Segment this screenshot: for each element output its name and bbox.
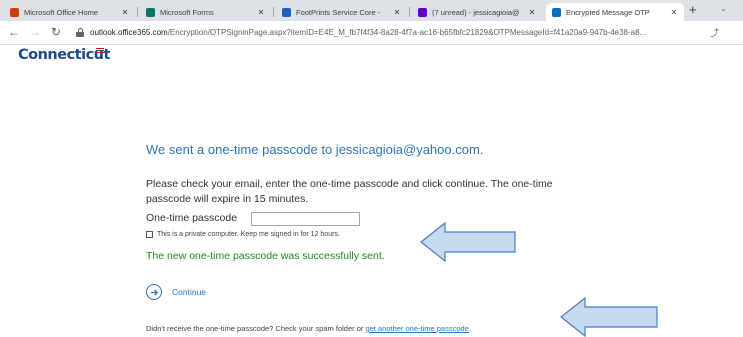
otp-input[interactable] [251, 212, 360, 226]
flag-accent-icon [96, 48, 104, 55]
address-bar[interactable]: outlook.office365.com/Encryption/OTPSign… [76, 24, 726, 41]
arrow-right-icon [146, 284, 162, 300]
close-icon[interactable]: ✕ [526, 8, 538, 17]
remember-me-row[interactable]: This is a private computer. Keep me sign… [146, 231, 340, 238]
remember-label: This is a private computer. Keep me sign… [157, 231, 340, 238]
forms-favicon-icon [146, 7, 155, 17]
tab-divider [409, 7, 410, 17]
tab-label: FootPrints Service Core - [296, 7, 381, 17]
share-icon[interactable]: ⤴ [710, 26, 719, 39]
continue-label: Continue [172, 287, 207, 297]
resend-suffix: . [468, 324, 471, 333]
tab-label: Microsoft Office Home [24, 7, 99, 17]
tab-label: Encrypted Message OTP [566, 7, 650, 17]
tab-search-chevron-icon[interactable]: ⌄ [720, 4, 727, 13]
instructions-text: Please check your email, enter the one-t… [146, 178, 553, 205]
tab-label: (7 unread) - jessicagioia@ [432, 7, 520, 17]
new-tab-plus-icon[interactable]: + [689, 2, 697, 17]
close-icon[interactable]: ✕ [255, 8, 267, 17]
url-path: /Encryption/OTPSigninPage.aspx?itemID=E4… [167, 28, 647, 37]
tab-label: Microsoft Forms [160, 7, 214, 17]
close-icon[interactable]: ✕ [119, 8, 131, 17]
close-icon[interactable]: ✕ [391, 8, 403, 17]
continue-button[interactable]: Continue [146, 284, 206, 300]
browser-tab-strip: Microsoft Office Home ✕ Microsoft Forms … [0, 0, 743, 21]
office-favicon-icon [10, 7, 19, 17]
remember-checkbox[interactable] [146, 231, 153, 238]
tab-footprints[interactable]: FootPrints Service Core - ✕ [276, 3, 407, 21]
resend-text: Didn't receive the one-time passcode? Ch… [146, 324, 471, 333]
browser-toolbar: ← → ↻ outlook.office365.com/Encryption/O… [0, 21, 743, 45]
back-arrow-icon[interactable]: ← [8, 25, 20, 39]
resend-prefix: Didn't receive the one-time passcode? Ch… [146, 324, 366, 333]
url-host: outlook.office365.com [90, 28, 168, 37]
forward-arrow-icon[interactable]: → [29, 25, 41, 39]
get-another-passcode-link[interactable]: get another one-time passcode [365, 324, 468, 333]
otp-label: One-time passcode [146, 212, 238, 224]
reload-icon[interactable]: ↻ [51, 25, 61, 39]
annotation-arrow-icon [560, 296, 658, 337]
lock-icon [76, 28, 84, 37]
footprints-favicon-icon [282, 7, 291, 17]
tab-encrypted-message[interactable]: Encrypted Message OTP ✕ [546, 3, 684, 21]
tab-microsoft-forms[interactable]: Microsoft Forms ✕ [140, 3, 271, 21]
annotation-arrow-icon [420, 221, 516, 263]
tab-divider [137, 7, 138, 17]
outlook-favicon-icon [552, 7, 561, 17]
tab-yahoo-mail[interactable]: (7 unread) - jessicagioia@ ✕ [412, 3, 542, 21]
tab-divider [273, 7, 274, 17]
page-heading: We sent a one-time passcode to jessicagi… [146, 142, 484, 157]
close-icon[interactable]: ✕ [668, 8, 680, 17]
tab-office-home[interactable]: Microsoft Office Home ✕ [4, 3, 135, 21]
success-message: The new one-time passcode was successful… [146, 250, 385, 262]
mail-favicon-icon [418, 7, 427, 17]
